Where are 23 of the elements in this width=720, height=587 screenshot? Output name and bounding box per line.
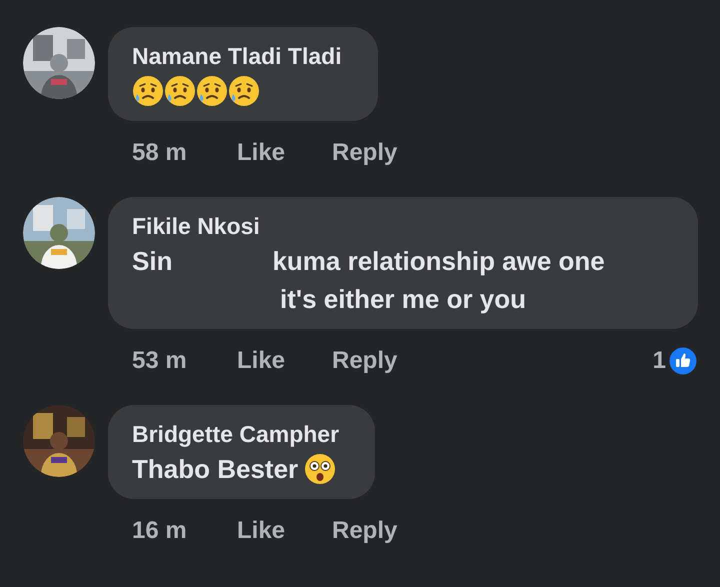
thumbs-up-icon[interactable] <box>668 346 698 376</box>
reaction-count: 1 <box>652 346 666 376</box>
comment-text: Thabo Bester <box>132 451 336 487</box>
like-link[interactable]: Like <box>237 513 332 549</box>
reply-link[interactable]: Reply <box>332 135 398 171</box>
sad-face-icon <box>132 75 164 107</box>
sad-face-icon <box>196 75 228 107</box>
author-name[interactable]: Bridgette Campher <box>132 419 340 449</box>
like-link[interactable]: Like <box>237 343 332 379</box>
author-name[interactable]: Fikile Nkosi <box>132 211 662 241</box>
timestamp: 58 m <box>132 138 188 168</box>
reply-link[interactable]: Reply <box>332 513 398 549</box>
reply-link[interactable]: Reply <box>332 343 398 379</box>
timestamp: 53 m <box>132 346 188 376</box>
astonished-face-icon <box>304 453 336 485</box>
sad-face-icon <box>228 75 260 107</box>
author-name[interactable]: Namane Tladi Tladi <box>132 41 342 71</box>
comment-text: Sin <box>132 245 172 278</box>
timestamp: 16 m <box>132 516 188 546</box>
comment-text: it's either me or you <box>280 283 526 316</box>
comment-text: kuma relationship awe one <box>272 245 605 278</box>
sad-face-icon <box>164 75 196 107</box>
like-link[interactable]: Like <box>237 135 332 171</box>
